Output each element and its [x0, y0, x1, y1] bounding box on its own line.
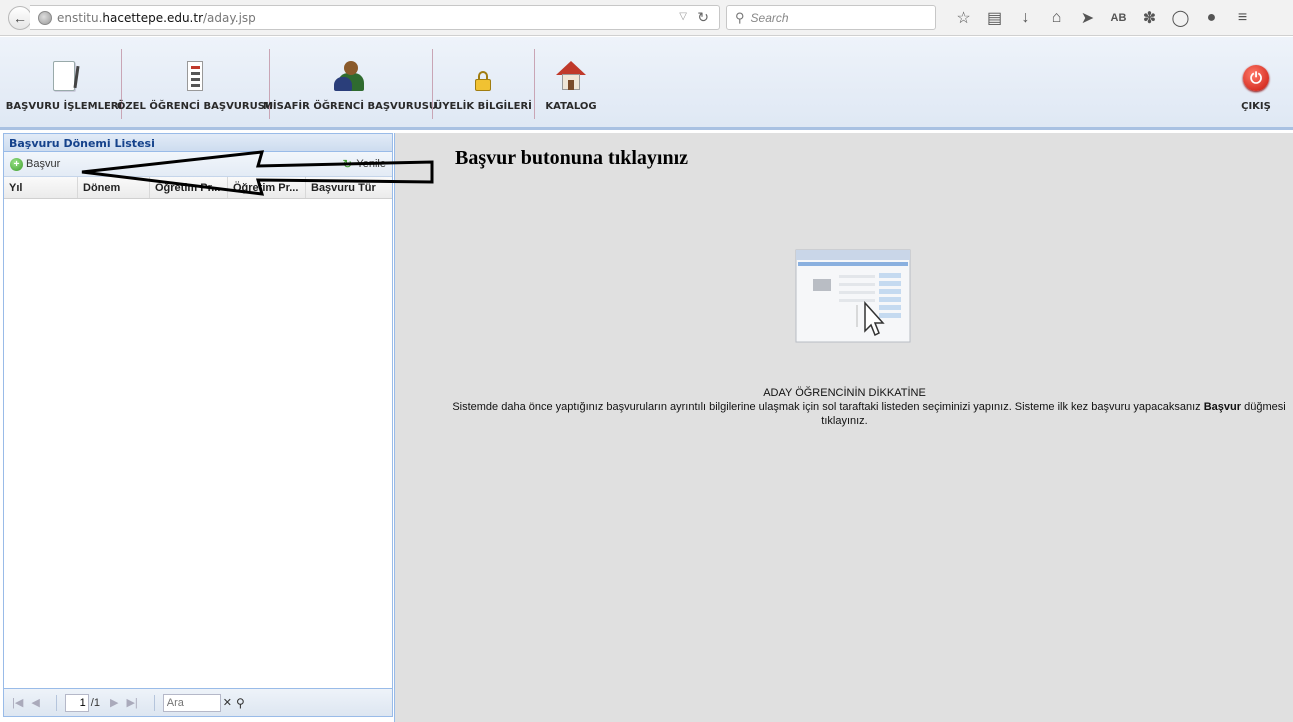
- reload-icon[interactable]: ↻: [697, 9, 709, 26]
- clear-icon[interactable]: ✕: [223, 696, 232, 709]
- document-icon: [53, 61, 75, 91]
- next-page-icon[interactable]: ▶: [110, 696, 118, 709]
- apply-button[interactable]: + Başvur: [10, 157, 60, 171]
- app-header: BAŞVURU İŞLEMLERİ ÖZEL ÖĞRENCİ BAŞVURUSU…: [0, 37, 1293, 130]
- shield-icon[interactable]: ◯: [1165, 8, 1196, 28]
- notice-end: tıklayınız.: [821, 415, 868, 427]
- extension-icon[interactable]: ✽: [1134, 8, 1165, 28]
- grid-search-input[interactable]: [162, 693, 221, 712]
- form-icon: [187, 61, 203, 91]
- browser-toolbar: ← enstitu.hacettepe.edu.tr/aday.jsp ▽ ↻ …: [0, 0, 1293, 36]
- browser-search-input[interactable]: ⚲ Search: [726, 5, 936, 30]
- search-icon[interactable]: ⚲: [236, 696, 245, 710]
- lock-icon: [475, 71, 491, 91]
- menu-uyelik-bilgileri[interactable]: ÜYELİK BİLGİLERİ: [434, 47, 532, 119]
- screen-illustration-icon: [795, 249, 911, 343]
- globe-icon: [38, 10, 52, 25]
- refresh-icon: ↻: [342, 157, 353, 171]
- paging-toolbar: |◀ ◀ /1 ▶ ▶| ✕ ⚲: [4, 688, 392, 716]
- logout-button[interactable]: ⏻ ÇIKIŞ: [1234, 47, 1278, 119]
- prev-page-icon[interactable]: ◀: [31, 696, 39, 709]
- bookmark-star-icon[interactable]: ☆: [948, 8, 979, 28]
- instruction-annotation: Başvur butonuna tıklayınız: [455, 147, 689, 169]
- panel-title: Başvuru Dönemi Listesi: [4, 134, 392, 152]
- refresh-button[interactable]: ↻ Yenile: [342, 157, 386, 171]
- detail-panel: Başvur butonuna tıklayınız ADAY ÖĞRENCİN…: [394, 133, 1293, 722]
- grid-header: Yıl Dönem Öğretim Pr... Öğretim Pr... Ba…: [4, 177, 392, 199]
- download-icon[interactable]: ↓: [1010, 9, 1041, 27]
- url-dropdown-icon[interactable]: ▽: [679, 11, 687, 22]
- users-icon: [334, 61, 366, 91]
- menu-misafir-ogrenci[interactable]: MİSAFİR ÖĞRENCİ BAŞVURUSU: [263, 47, 437, 119]
- notice-title: ADAY ÖĞRENCİNİN DİKKATİNE: [763, 387, 926, 399]
- home-icon[interactable]: ⌂: [1041, 9, 1072, 27]
- column-header[interactable]: Dönem: [78, 177, 150, 198]
- last-page-icon[interactable]: ▶|: [126, 696, 137, 709]
- browser-toolbar-icons: ☆ ▤ ↓ ⌂ ➤ AB ✽ ◯ ● ≡: [948, 6, 1258, 30]
- first-page-icon[interactable]: |◀: [12, 696, 23, 709]
- menu-ozel-ogrenci[interactable]: ÖZEL ÖĞRENCİ BAŞVURUSU: [117, 47, 273, 119]
- menu-katalog[interactable]: KATALOG: [540, 47, 602, 119]
- column-header[interactable]: Yıl: [4, 177, 78, 198]
- reader-ab-icon[interactable]: AB: [1103, 12, 1134, 24]
- plus-icon: +: [10, 157, 23, 171]
- notice-text: ADAY ÖĞRENCİNİN DİKKATİNE Sistemde daha …: [395, 386, 1293, 428]
- search-icon: ⚲: [735, 9, 745, 25]
- application-period-panel: Başvuru Dönemi Listesi + Başvur ↻ Yenile…: [3, 133, 393, 717]
- back-arrow-icon[interactable]: ←: [8, 6, 32, 30]
- send-icon[interactable]: ➤: [1072, 8, 1103, 28]
- notice-body: Sistemde daha önce yaptığınız başvurular…: [452, 401, 1286, 413]
- panel-toolbar: + Başvur ↻ Yenile: [4, 152, 392, 177]
- reading-list-icon[interactable]: ▤: [979, 8, 1010, 28]
- menu-basvuru-islemleri[interactable]: BAŞVURU İŞLEMLERİ: [6, 47, 122, 119]
- page-count: /1: [90, 696, 100, 709]
- page-number-input[interactable]: [64, 693, 89, 712]
- hamburger-menu-icon[interactable]: ≡: [1227, 9, 1258, 27]
- power-icon: ⏻: [1243, 65, 1269, 91]
- url-text: enstitu.hacettepe.edu.tr/aday.jsp: [57, 10, 256, 25]
- house-icon: [556, 61, 586, 91]
- url-bar[interactable]: enstitu.hacettepe.edu.tr/aday.jsp ▽ ↻: [30, 5, 720, 30]
- column-header[interactable]: Başvuru Tür: [306, 177, 392, 198]
- column-header[interactable]: Öğretim Pr...: [228, 177, 306, 198]
- chat-icon[interactable]: ●: [1196, 9, 1227, 27]
- column-header[interactable]: Öğretim Pr...: [150, 177, 228, 198]
